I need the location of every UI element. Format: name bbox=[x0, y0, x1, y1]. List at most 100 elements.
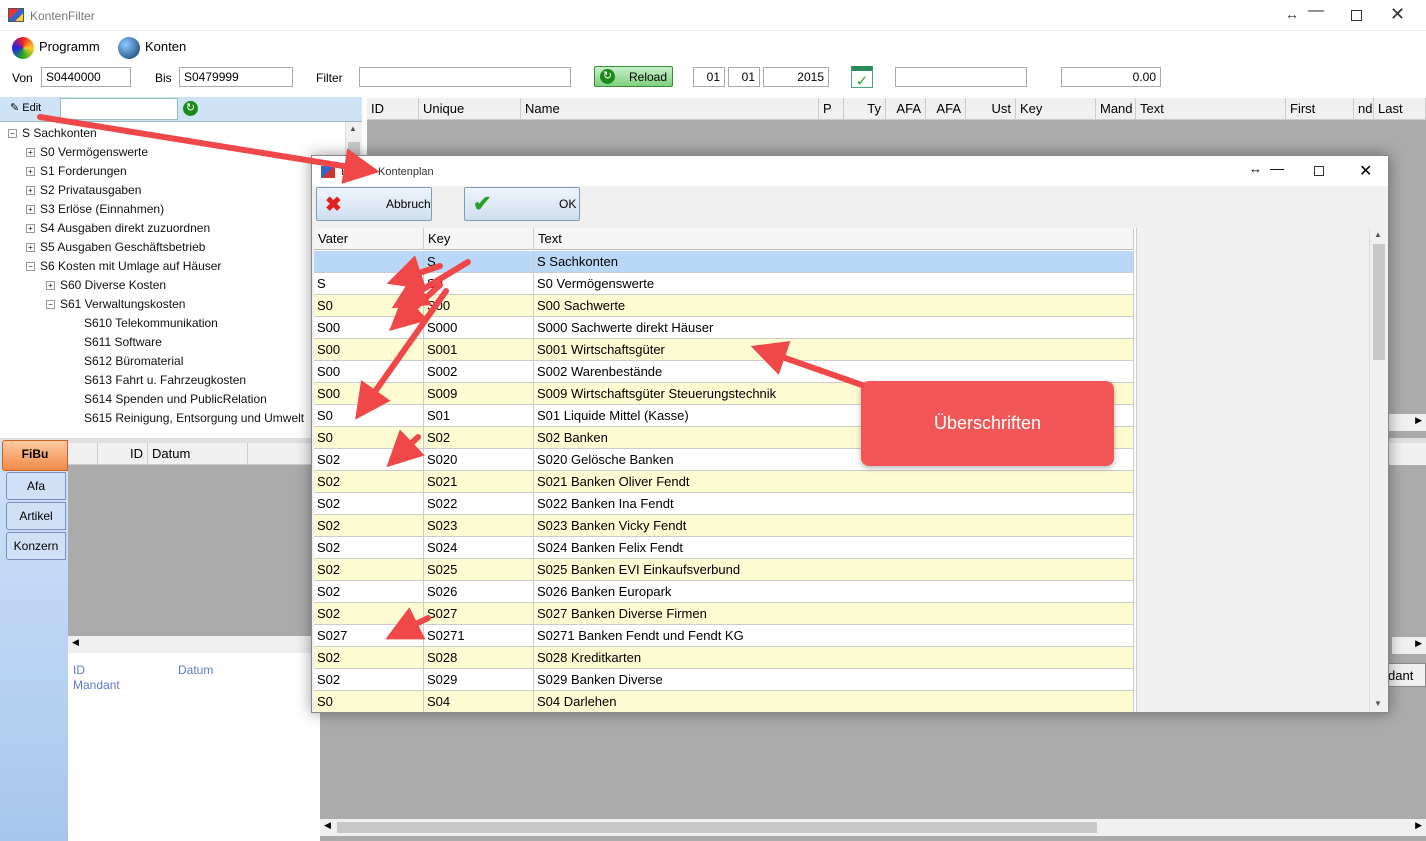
lower-col-datum[interactable]: Datum bbox=[148, 443, 248, 465]
year-input[interactable]: 2015 bbox=[763, 67, 829, 87]
table-row[interactable]: S0 S00 S00 Sachwerte bbox=[314, 295, 1134, 317]
month-input[interactable]: 01 bbox=[728, 67, 760, 87]
lower-col-blank[interactable] bbox=[68, 443, 98, 465]
tree-node[interactable]: + S2 Privatausgaben bbox=[26, 183, 141, 197]
von-input[interactable]: S0440000 bbox=[41, 67, 131, 87]
table-row[interactable]: S00 S000 S000 Sachwerte direkt Häuser bbox=[314, 317, 1134, 339]
cell-text: S024 Banken Felix Fendt bbox=[534, 537, 1134, 559]
col-last[interactable]: Last bbox=[1374, 98, 1426, 120]
col-key[interactable]: Key bbox=[424, 228, 534, 250]
table-row[interactable]: S00 S001 S001 Wirtschaftsgüter bbox=[314, 339, 1134, 361]
table-row[interactable]: S02 S021 S021 Banken Oliver Fendt bbox=[314, 471, 1134, 493]
cell-key: S04 bbox=[424, 691, 534, 712]
table-row[interactable]: S027 S0271 S0271 Banken Fendt und Fendt KG bbox=[314, 625, 1134, 647]
tree-leaf[interactable]: S614 Spenden und PublicRelation bbox=[84, 392, 267, 406]
bis-input[interactable]: S0479999 bbox=[179, 67, 293, 87]
lower-col-id[interactable]: ID bbox=[98, 443, 148, 465]
cell-text: S001 Wirtschaftsgüter bbox=[534, 339, 1134, 361]
edit-button[interactable]: ✎ Edit bbox=[10, 101, 41, 114]
tree-leaf[interactable]: S613 Fahrt u. Fahrzeugkosten bbox=[84, 373, 246, 387]
cell-key: S01 bbox=[424, 405, 534, 427]
col-key[interactable]: Key bbox=[1016, 98, 1096, 120]
mandant-button-fragment[interactable]: dant bbox=[1383, 663, 1426, 687]
col-text[interactable]: Text bbox=[1136, 98, 1286, 120]
ok-button[interactable]: ✔ OK bbox=[464, 187, 580, 221]
table-row[interactable]: SS Sachkonten bbox=[314, 251, 1134, 273]
dialog-maximize-button[interactable] bbox=[1314, 166, 1324, 176]
tree-node[interactable]: + S5 Ausgaben Geschäftsbetrieb bbox=[26, 240, 205, 254]
cell-text: S Sachkonten bbox=[534, 251, 1134, 273]
minimize-button[interactable]: — bbox=[1308, 2, 1324, 20]
cell-text: S04 Darlehen bbox=[534, 691, 1134, 712]
table-row[interactable]: S02 S025 S025 Banken EVI Einkaufsverbund bbox=[314, 559, 1134, 581]
tree-leaf[interactable]: S615 Reinigung, Entsorgung und Umwelt bbox=[84, 411, 304, 425]
dialog-minimize-button[interactable]: — bbox=[1270, 160, 1284, 176]
col-p[interactable]: P bbox=[819, 98, 844, 120]
tree-node[interactable]: − S Sachkonten bbox=[8, 126, 97, 140]
col-afa2[interactable]: AFA bbox=[926, 98, 966, 120]
filter-input[interactable] bbox=[359, 67, 571, 87]
table-row[interactable]: S02 S027 S027 Banken Diverse Firmen bbox=[314, 603, 1134, 625]
col-mand[interactable]: Mand bbox=[1096, 98, 1136, 120]
col-first[interactable]: First bbox=[1286, 98, 1354, 120]
tab-fibu[interactable]: FiBu bbox=[2, 440, 68, 471]
programm-icon bbox=[12, 37, 34, 59]
calendar-check-icon[interactable]: ✓ bbox=[851, 66, 873, 90]
tree-node[interactable]: − S6 Kosten mit Umlage auf Häuser bbox=[26, 259, 221, 273]
col-vater[interactable]: Vater bbox=[314, 228, 424, 250]
amount-input[interactable]: 0.00 bbox=[1061, 67, 1161, 87]
tree-node[interactable]: + S0 Vermögenswerte bbox=[26, 145, 148, 159]
table-row[interactable]: S02 S026 S026 Banken Europark bbox=[314, 581, 1134, 603]
col-afa1[interactable]: AFA bbox=[886, 98, 926, 120]
cell-vater: S02 bbox=[314, 603, 424, 625]
lower-right-hscrollbar[interactable]: ◀ ▶ bbox=[320, 819, 1426, 836]
col-id[interactable]: ID bbox=[367, 98, 419, 120]
tree-leaf[interactable]: S611 Software bbox=[84, 335, 162, 349]
kontenplan-grid-header: Vater Key Text bbox=[314, 228, 1134, 250]
resize-icon[interactable]: ↔ bbox=[1285, 6, 1299, 22]
tab-artikel[interactable]: Artikel bbox=[6, 502, 66, 530]
maximize-button[interactable] bbox=[1351, 10, 1362, 21]
menu-programm[interactable]: Programm bbox=[39, 39, 100, 54]
close-button[interactable]: ✕ bbox=[1390, 4, 1405, 25]
tree-node[interactable]: + S3 Erlöse (Einnahmen) bbox=[26, 202, 164, 216]
cell-vater: S02 bbox=[314, 449, 424, 471]
kontenplan-grid: Vater Key Text SS Sachkonten S S0 S0 Vermög… bbox=[314, 228, 1136, 712]
menu-konten[interactable]: Konten bbox=[145, 39, 186, 54]
right-panel-scroll[interactable]: ▶ bbox=[1392, 637, 1426, 654]
col-text[interactable]: Text bbox=[534, 228, 1134, 250]
tree-leaf[interactable]: S612 Büromaterial bbox=[84, 354, 183, 368]
tree-leaf[interactable]: S610 Telekommunikation bbox=[84, 316, 218, 330]
konten-icon bbox=[118, 37, 140, 59]
tab-afa[interactable]: Afa bbox=[6, 472, 66, 500]
day-input[interactable]: 01 bbox=[693, 67, 725, 87]
col-nd[interactable]: nd bbox=[1354, 98, 1374, 120]
dialog-resize-icon[interactable]: ↔ bbox=[1249, 161, 1262, 176]
col-unique[interactable]: Unique bbox=[419, 98, 521, 120]
tree-node[interactable]: + S4 Ausgaben direkt zuzuordnen bbox=[26, 221, 210, 235]
title-bar: KontenFilter ↔ — ✕ bbox=[0, 0, 1426, 31]
col-ty[interactable]: Ty bbox=[844, 98, 886, 120]
table-row[interactable]: S02 S024 S024 Banken Felix Fendt bbox=[314, 537, 1134, 559]
lower-hscrollbar[interactable]: ◀ bbox=[68, 636, 319, 653]
refresh-icon[interactable]: ↻ bbox=[183, 101, 198, 116]
col-name[interactable]: Name bbox=[521, 98, 819, 120]
dialog-close-button[interactable]: ✕ bbox=[1359, 161, 1372, 181]
table-row[interactable]: S02 S022 S022 Banken Ina Fendt bbox=[314, 493, 1134, 515]
reload-button[interactable]: ↻ Reload bbox=[594, 66, 673, 87]
abbruch-button[interactable]: ✖ Abbruch bbox=[316, 187, 432, 221]
tree-node[interactable]: − S61 Verwaltungskosten bbox=[46, 297, 185, 311]
table-row[interactable]: S02 S023 S023 Banken Vicky Fendt bbox=[314, 515, 1134, 537]
text-input[interactable] bbox=[895, 67, 1027, 87]
tree-node[interactable]: + S1 Forderungen bbox=[26, 164, 127, 178]
table-row[interactable]: S02 S029 S029 Banken Diverse bbox=[314, 669, 1134, 691]
table-row[interactable]: S0 S04 S04 Darlehen bbox=[314, 691, 1134, 712]
dialog-vscrollbar[interactable]: ▲ ▼ bbox=[1369, 228, 1387, 712]
table-row[interactable]: S S0 S0 Vermögenswerte bbox=[314, 273, 1134, 295]
table-row[interactable]: S00 S002 S002 Warenbestände bbox=[314, 361, 1134, 383]
col-ust[interactable]: Ust bbox=[966, 98, 1016, 120]
tree-node[interactable]: + S60 Diverse Kosten bbox=[46, 278, 166, 292]
table-row[interactable]: S02 S028 S028 Kreditkarten bbox=[314, 647, 1134, 669]
tree-search-input[interactable] bbox=[60, 98, 178, 120]
tab-konzern[interactable]: Konzern bbox=[6, 532, 66, 560]
